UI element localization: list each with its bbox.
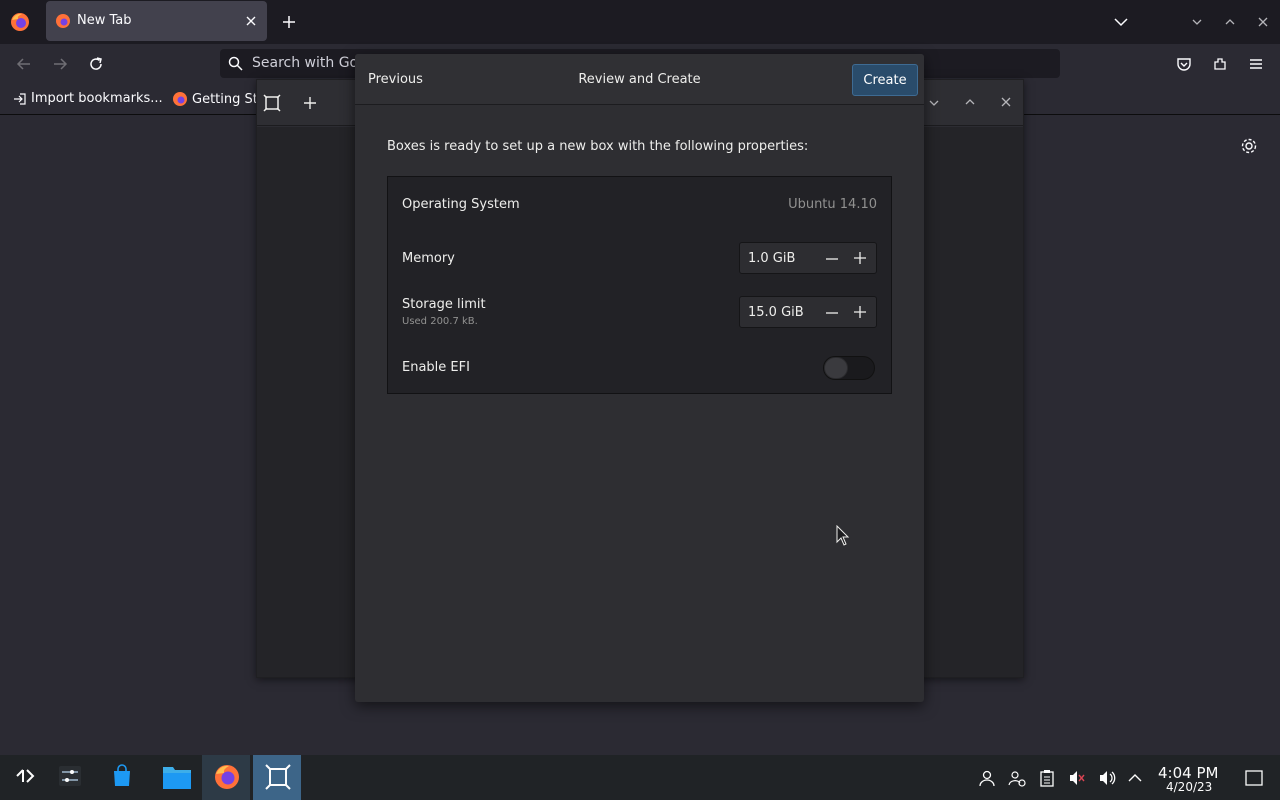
dialog-title: Review and Create [578, 72, 701, 87]
pocket-icon[interactable] [1176, 56, 1192, 72]
dialog-header-bar: Review and Create Previous Create [355, 54, 924, 105]
page-settings-gear-icon[interactable] [1240, 137, 1258, 155]
dialog-intro-text: Boxes is ready to set up a new box with … [387, 139, 809, 154]
back-arrow-icon[interactable] [16, 56, 32, 72]
boxes-maximize-icon[interactable] [964, 96, 976, 108]
efi-toggle-switch[interactable] [823, 356, 875, 380]
switch-user-icon[interactable] [1008, 769, 1026, 787]
extensions-icon[interactable] [1212, 56, 1228, 72]
boxes-close-icon[interactable] [1000, 96, 1012, 108]
bookmark-label: Import bookmarks... [31, 91, 163, 106]
memory-decrease-minus-icon[interactable] [825, 252, 839, 266]
audio-muted-icon[interactable] [1068, 769, 1086, 787]
reload-icon[interactable] [88, 56, 104, 72]
memory-increase-plus-icon[interactable] [853, 251, 867, 265]
folder-icon [163, 767, 191, 789]
storage-label: Storage limit [402, 297, 486, 312]
show-desktop-icon[interactable] [1245, 769, 1263, 787]
add-box-plus-icon[interactable] [303, 96, 317, 110]
firefox-icon [215, 765, 239, 789]
storage-increase-plus-icon[interactable] [853, 305, 867, 319]
boxes-minimize-icon[interactable] [928, 97, 940, 109]
app-launcher-button[interactable] [0, 755, 48, 800]
store-bag-icon [114, 764, 130, 786]
memory-label: Memory [402, 251, 455, 266]
taskbar-system-settings[interactable] [46, 755, 94, 800]
maximize-window-icon[interactable] [1223, 15, 1237, 29]
storage-spinbutton[interactable]: 15.0 GiB [739, 296, 877, 328]
os-label: Operating System [402, 197, 520, 212]
mouse-pointer-icon [836, 525, 850, 547]
previous-button[interactable]: Previous [368, 72, 423, 87]
import-icon [14, 92, 26, 105]
tab-title: New Tab [77, 13, 132, 28]
volume-icon[interactable] [1098, 769, 1116, 787]
create-button[interactable]: Create [852, 64, 918, 96]
firefox-logo-icon[interactable] [9, 11, 31, 33]
bookmark-import[interactable]: Import bookmarks... [13, 91, 163, 106]
browser-tab-bar: New Tab [0, 0, 1280, 44]
taskbar-boxes[interactable] [253, 755, 301, 800]
launcher-icon [16, 769, 35, 783]
taskbar-firefox[interactable] [202, 755, 250, 800]
properties-list: Operating System Ubuntu 14.10 Memory 1.0… [387, 176, 892, 394]
taskbar-file-manager[interactable] [150, 755, 198, 800]
storage-value[interactable]: 15.0 GiB [748, 305, 804, 320]
taskbar-discover-store[interactable] [98, 755, 146, 800]
firefox-favicon-icon [55, 13, 71, 29]
show-hidden-tray-chevron-icon[interactable] [1126, 769, 1144, 787]
forward-arrow-icon[interactable] [52, 56, 68, 72]
list-all-tabs-chevron-icon[interactable] [1113, 15, 1129, 29]
taskbar: 4:04 PM 4/20/23 [0, 755, 1280, 800]
review-and-create-dialog: Review and Create Previous Create Boxes … [355, 54, 924, 702]
efi-toggle-knob [824, 357, 848, 379]
app-menu-icon[interactable] [1248, 56, 1264, 72]
memory-spinbutton[interactable]: 1.0 GiB [739, 242, 877, 274]
clock-date[interactable]: 4/20/23 [1166, 780, 1212, 794]
close-window-icon[interactable] [1256, 15, 1270, 29]
storage-decrease-minus-icon[interactable] [825, 306, 839, 320]
user-icon[interactable] [978, 769, 996, 787]
boxes-app-icon [263, 94, 281, 112]
os-value: Ubuntu 14.10 [788, 197, 877, 212]
tab-close-icon[interactable] [244, 14, 258, 28]
efi-label: Enable EFI [402, 360, 470, 375]
settings-sliders-icon [59, 766, 81, 786]
memory-value[interactable]: 1.0 GiB [748, 251, 795, 266]
new-tab-plus-icon[interactable] [281, 14, 297, 30]
minimize-window-icon[interactable] [1190, 15, 1204, 29]
storage-used-text: Used 200.7 kB. [402, 316, 478, 327]
boxes-icon [265, 764, 291, 790]
clipboard-icon[interactable] [1038, 769, 1056, 787]
firefox-favicon-icon [173, 92, 187, 106]
tab-new-tab[interactable]: New Tab [46, 1, 267, 41]
search-icon [228, 56, 243, 71]
